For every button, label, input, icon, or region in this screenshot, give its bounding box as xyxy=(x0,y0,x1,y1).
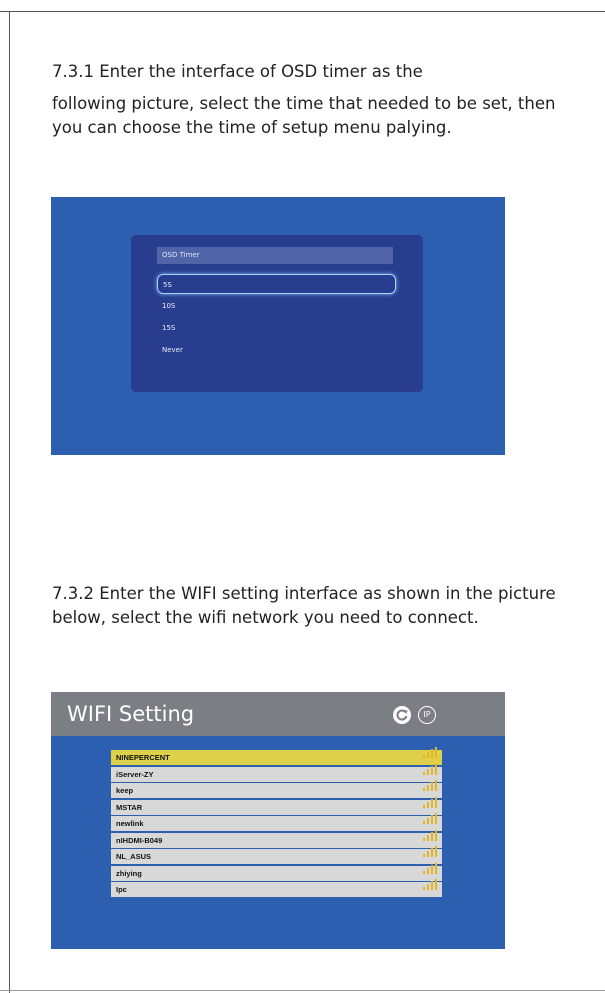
wifi-signal-icon xyxy=(423,780,437,796)
osd-option-10s[interactable]: 10S xyxy=(157,296,396,316)
osd-timer-title: OSD Timer xyxy=(157,247,393,264)
wifi-network-row[interactable]: NINEPERCENT xyxy=(111,747,442,765)
section-7-3-1-text: following picture, select the time that … xyxy=(52,94,556,137)
wifi-network-name: nIHDMI-B049 xyxy=(116,835,163,845)
osd-timer-panel: OSD Timer 5S 10S 15S Never xyxy=(131,235,423,392)
wifi-signal-icon xyxy=(423,747,437,763)
wifi-setting-screenshot: WIFI Setting IP NINEPERCENT iServer-ZY k… xyxy=(51,692,505,949)
wifi-network-row[interactable]: NL_ASUS xyxy=(111,846,442,864)
osd-timer-screenshot: OSD Timer 5S 10S 15S Never xyxy=(51,197,505,455)
wifi-network-row[interactable]: iServer-ZY xyxy=(111,763,442,782)
wifi-network-name: iServer-ZY xyxy=(116,769,154,779)
wifi-signal-icon xyxy=(423,796,437,813)
wifi-setting-title: WIFI Setting xyxy=(67,702,195,726)
wifi-signal-icon xyxy=(423,813,437,829)
wifi-signal-icon xyxy=(423,862,437,879)
osd-option-5s[interactable]: 5S xyxy=(157,274,396,294)
wifi-signal-icon xyxy=(423,879,437,895)
top-border xyxy=(0,11,605,12)
wifi-network-name: keep xyxy=(116,786,134,795)
wifi-network-name: MSTAR xyxy=(116,802,143,812)
section-7-3-1-heading: 7.3.1 Enter the interface of OSD timer a… xyxy=(52,62,423,81)
refresh-icon[interactable] xyxy=(393,706,411,724)
wifi-header: WIFI Setting IP xyxy=(51,692,505,736)
wifi-signal-icon xyxy=(423,829,437,846)
wifi-network-name: zhiying xyxy=(116,868,142,878)
wifi-network-row[interactable]: zhiying xyxy=(111,862,442,881)
wifi-network-row[interactable]: newlink xyxy=(111,813,442,831)
osd-option-never[interactable]: Never xyxy=(157,340,396,360)
wifi-signal-icon xyxy=(423,763,437,780)
wifi-network-name: NL_ASUS xyxy=(116,852,152,861)
osd-option-15s[interactable]: 15S xyxy=(157,318,396,338)
wifi-network-row[interactable]: nIHDMI-B049 xyxy=(111,829,442,848)
wifi-network-row[interactable]: Ipc xyxy=(111,879,442,897)
wifi-signal-icon xyxy=(423,846,437,862)
bottom-border xyxy=(0,990,605,991)
section-7-3-2-text: 7.3.2 Enter the WIFI setting interface a… xyxy=(52,584,556,627)
wifi-network-row[interactable]: MSTAR xyxy=(111,796,442,815)
wifi-network-row[interactable]: keep xyxy=(111,780,442,798)
ip-icon[interactable]: IP xyxy=(418,706,436,724)
wifi-network-list: NINEPERCENT iServer-ZY keep MSTAR newlin… xyxy=(111,747,442,899)
wifi-network-name: newlink xyxy=(116,819,144,828)
wifi-network-name: Ipc xyxy=(116,885,127,894)
wifi-network-name: NINEPERCENT xyxy=(116,753,170,762)
left-border xyxy=(9,11,10,993)
